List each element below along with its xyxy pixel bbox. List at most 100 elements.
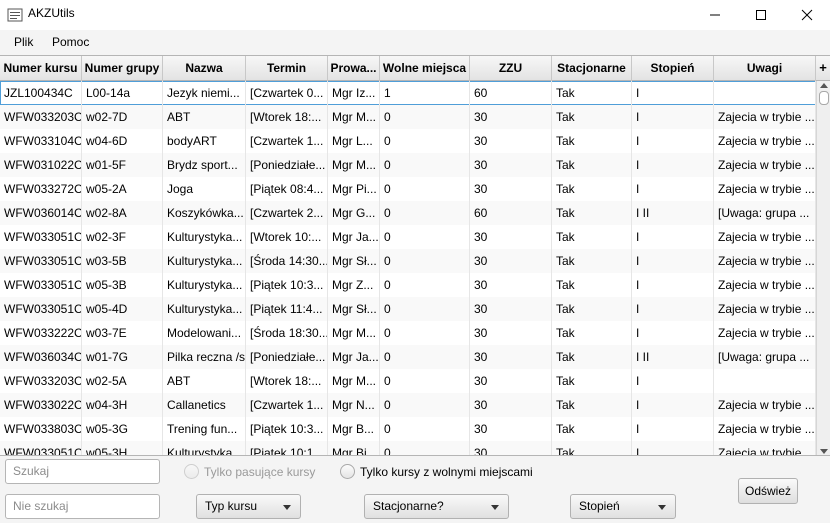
table-cell: WFW031022C <box>0 153 82 177</box>
minimize-button[interactable] <box>692 0 738 30</box>
refresh-button[interactable]: Odśwież <box>738 478 798 504</box>
column-header[interactable]: Uwagi <box>714 56 816 81</box>
vertical-scrollbar[interactable] <box>816 81 830 455</box>
table-cell: I <box>632 417 714 441</box>
table-cell: [Uwaga: grupa ... <box>714 345 816 369</box>
table-row[interactable]: WFW036014C w02-8A Koszykówka... [Czwartek 2… <box>0 201 816 225</box>
table-row[interactable]: WFW033222C w03-7E Modelowani... [Środa 18:3… <box>0 321 816 345</box>
table-row[interactable]: WFW033272C w05-2A Joga [Piątek 08:4... Mgr P… <box>0 177 816 201</box>
column-header[interactable]: Stacjonarne <box>552 56 632 81</box>
table-cell: 0 <box>380 249 470 273</box>
table-row[interactable]: WFW033051C w05-3B Kulturystyka... [Piątek 1… <box>0 273 816 297</box>
table-cell: [Czwartek 2... <box>246 201 328 225</box>
table-cell: w05-3G <box>82 417 163 441</box>
table-cell: 60 <box>470 201 552 225</box>
table-cell: WFW033051C <box>0 249 82 273</box>
exclude-search-input[interactable]: Nie szukaj <box>5 494 160 519</box>
table-cell: w04-6D <box>82 129 163 153</box>
table-cell: Mgr Ja... <box>328 345 380 369</box>
table-cell: [Poniedziałe... <box>246 345 328 369</box>
table-cell: Zajecia w trybie ... <box>714 225 816 249</box>
radio-free-seats[interactable]: Tylko kursy z wolnymi miejscami <box>340 464 533 479</box>
table-row[interactable]: WFW033104C w04-6D bodyART [Czwartek 1... Mgr… <box>0 129 816 153</box>
table-row[interactable]: WFW033203C w02-5A ABT [Wtorek 18:... Mgr M..… <box>0 369 816 393</box>
column-header[interactable]: ZZU <box>470 56 552 81</box>
table-row[interactable]: JZL100434C L00-14a Jezyk niemi... [Czwartek… <box>0 81 816 105</box>
table-cell: 30 <box>470 225 552 249</box>
table-cell: Mgr M... <box>328 321 380 345</box>
table-cell: WFW033051C <box>0 225 82 249</box>
app-icon <box>7 8 23 22</box>
table-cell: 30 <box>470 153 552 177</box>
table-cell: Kulturystyka... <box>163 297 246 321</box>
search-input[interactable]: Szukaj <box>5 459 160 484</box>
table-cell: 0 <box>380 393 470 417</box>
table-cell: Zajecia w trybie ... <box>714 249 816 273</box>
add-column-button[interactable]: + <box>816 56 830 81</box>
course-type-combo[interactable]: Typ kursu <box>196 494 301 519</box>
table-row[interactable]: WFW033203C w02-7D ABT [Wtorek 18:... Mgr M..… <box>0 105 816 129</box>
column-header[interactable]: Numer kursu <box>0 56 82 81</box>
table-row[interactable]: WFW033051C w03-5B Kulturystyka... [Środa 14… <box>0 249 816 273</box>
table-cell: WFW033272C <box>0 177 82 201</box>
menu-plik[interactable]: Plik <box>14 35 33 49</box>
table-cell: I <box>632 153 714 177</box>
table-cell: WFW033051C <box>0 273 82 297</box>
table-cell: WFW033022C <box>0 393 82 417</box>
table-cell: [Piątek 10:1... <box>246 441 328 455</box>
radio-circle-icon <box>184 464 199 479</box>
column-header[interactable]: Numer grupy <box>82 56 163 81</box>
table-cell: I <box>632 441 714 455</box>
table-row[interactable]: WFW033051C w05-4D Kulturystyka... [Piątek 1… <box>0 297 816 321</box>
column-header[interactable]: Termin <box>246 56 328 81</box>
courses-table[interactable]: + Numer kursu Numer grupy Nazwa Termin Prowa… <box>0 55 830 456</box>
table-cell: 1 <box>380 81 470 105</box>
table-cell: [Wtorek 18:... <box>246 105 328 129</box>
table-cell: Tak <box>552 105 632 129</box>
table-cell: WFW033203C <box>0 105 82 129</box>
column-header[interactable]: Prowa... <box>328 56 380 81</box>
table-row[interactable]: WFW033803C w05-3G Trening fun... [Piątek 10… <box>0 417 816 441</box>
column-header[interactable]: Nazwa <box>163 56 246 81</box>
scroll-up-arrow-icon[interactable] <box>820 83 828 88</box>
table-row[interactable]: WFW033051C w02-3F Kulturystyka... [Wtorek 1… <box>0 225 816 249</box>
table-cell: I <box>632 369 714 393</box>
table-cell: w05-3B <box>82 273 163 297</box>
table-cell: [Środa 14:30... <box>246 249 328 273</box>
table-row[interactable]: WFW033022C w04-3H Callanetics [Czwartek 1..… <box>0 393 816 417</box>
scroll-thumb[interactable] <box>819 91 829 105</box>
radio-fitting-courses[interactable]: Tylko pasujące kursy <box>184 464 315 479</box>
column-header[interactable]: Wolne miejsca <box>380 56 470 81</box>
chevron-down-icon <box>658 505 666 510</box>
table-cell: L00-14a <box>82 81 163 105</box>
table-row[interactable]: WFW036034C w01-7G Pilka reczna /s [Poniedzi… <box>0 345 816 369</box>
table-cell: I <box>632 225 714 249</box>
table-cell: Tak <box>552 417 632 441</box>
close-button[interactable] <box>784 0 830 30</box>
table-cell: Tak <box>552 249 632 273</box>
table-cell: 60 <box>470 81 552 105</box>
table-cell <box>714 81 816 105</box>
table-row[interactable]: WFW033051C w05-3H Kulturystyka... [Piątek 1… <box>0 441 816 455</box>
table-cell: I <box>632 393 714 417</box>
table-cell: Tak <box>552 369 632 393</box>
table-cell: 30 <box>470 393 552 417</box>
table-cell: 0 <box>380 369 470 393</box>
scroll-down-arrow-icon[interactable] <box>820 449 828 454</box>
table-cell: w05-4D <box>82 297 163 321</box>
menu-pomoc[interactable]: Pomoc <box>52 35 89 49</box>
table-row[interactable]: WFW031022C w01-5F Brydz sport... [Poniedzia… <box>0 153 816 177</box>
table-cell: 30 <box>470 129 552 153</box>
table-cell: Kulturystyka... <box>163 225 246 249</box>
table-cell: 0 <box>380 321 470 345</box>
degree-combo[interactable]: Stopień <box>570 494 676 519</box>
maximize-button[interactable] <box>738 0 784 30</box>
column-header[interactable]: Stopień <box>632 56 714 81</box>
radio-circle-icon <box>340 464 355 479</box>
table-cell: w02-7D <box>82 105 163 129</box>
table-cell: Mgr G... <box>328 201 380 225</box>
table-cell: Tak <box>552 225 632 249</box>
table-cell: 0 <box>380 153 470 177</box>
table-cell: I <box>632 177 714 201</box>
stationary-combo[interactable]: Stacjonarne? <box>364 494 509 519</box>
